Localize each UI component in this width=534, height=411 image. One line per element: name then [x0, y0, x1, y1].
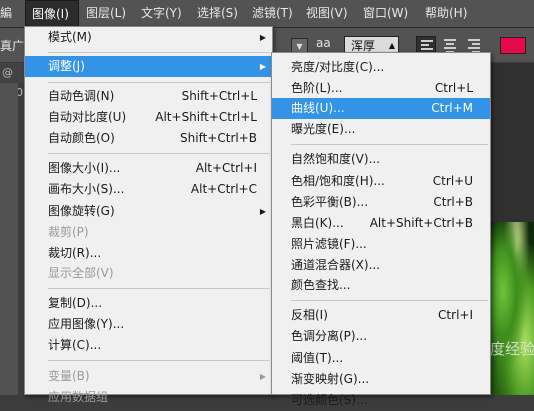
menu-type[interactable]: 文字(Y) — [135, 0, 188, 27]
menu-separator — [48, 288, 270, 289]
submenu-arrow-icon: ▶ — [259, 33, 266, 42]
menu-layer[interactable]: 图层(L) — [80, 0, 132, 27]
menu-bar: 編 图像(I) 图层(L) 文字(Y) 选择(S) 滤镜(T) 视图(V) 窗口… — [0, 0, 534, 28]
menu-separator — [48, 52, 270, 53]
menu-item-auto-color[interactable]: 自动颜色(O) Shift+Ctrl+B — [25, 128, 272, 149]
menu-item-black-white[interactable]: 黑白(K)... Alt+Shift+Ctrl+B — [272, 213, 490, 234]
text-color-swatch[interactable] — [500, 37, 526, 54]
menu-filter[interactable]: 滤镜(T) — [246, 0, 299, 27]
menu-item-levels[interactable]: 色阶(L)... Ctrl+L — [272, 78, 490, 99]
menu-item-curves[interactable]: 曲线(U)... Ctrl+M — [272, 98, 490, 119]
submenu-arrow-icon: ▶ — [259, 62, 266, 71]
submenu-arrow-icon: ▶ — [259, 372, 266, 381]
menu-item-channel-mixer[interactable]: 通道混合器(X)... — [272, 255, 490, 276]
menu-item-gradient-map[interactable]: 渐变映射(G)... — [272, 369, 490, 390]
menu-item-selective-color[interactable]: 可选颜色(S)... — [272, 390, 490, 411]
menu-image[interactable]: 图像(I) — [25, 0, 79, 27]
menu-window[interactable]: 窗口(W) — [357, 0, 414, 27]
document-tab[interactable]: @ 100 — [0, 63, 26, 99]
menu-item-brightness-contrast[interactable]: 亮度/对比度(C)... — [272, 57, 490, 78]
menu-select[interactable]: 选择(S) — [191, 0, 244, 27]
antialias-value: 浑厚 — [351, 39, 376, 53]
menu-view[interactable]: 视图(V) — [300, 0, 354, 27]
menu-item-photo-filter[interactable]: 照片滤镜(F)... — [272, 234, 490, 255]
menu-item-threshold[interactable]: 阈值(T)... — [272, 348, 490, 369]
image-menu: 模式(M) ▶ 调整(J) ▶ 自动色调(N) Shift+Ctrl+L 自动对比度(… — [24, 26, 273, 404]
menu-item-image-size[interactable]: 图像大小(I)... Alt+Ctrl+I — [25, 158, 272, 179]
menu-separator — [291, 144, 488, 145]
adjustments-submenu: 亮度/对比度(C)... 色阶(L)... Ctrl+L 曲线(U)... Ctrl… — [271, 52, 491, 407]
menu-item-color-lookup[interactable]: 颜色查找... — [272, 275, 490, 296]
menu-separator — [48, 82, 270, 83]
menu-item-invert[interactable]: 反相(I) Ctrl+I — [272, 305, 490, 326]
menu-item-duplicate[interactable]: 复制(D)... — [25, 293, 272, 314]
leaf-photo — [490, 222, 534, 395]
menu-item-trim[interactable]: 裁切(R)... — [25, 243, 272, 264]
tools-panel — [0, 83, 18, 395]
menu-item-canvas-size[interactable]: 画布大小(S)... Alt+Ctrl+C — [25, 179, 272, 200]
menu-separator — [48, 360, 270, 361]
menu-help[interactable]: 帮助(H) — [419, 0, 473, 27]
menu-item-apply-data-set: 应用数据组 — [48, 390, 109, 404]
menu-item-adjustments[interactable]: 调整(J) ▶ — [25, 56, 272, 77]
menu-item-image-rotation[interactable]: 图像旋转(G) ▶ — [25, 201, 272, 222]
menu-item-auto-contrast[interactable]: 自动对比度(U) Alt+Shift+Ctrl+L — [25, 107, 272, 128]
menu-item-exposure[interactable]: 曝光度(E)... — [272, 119, 490, 140]
menu-item-auto-tone[interactable]: 自动色调(N) Shift+Ctrl+L — [25, 86, 272, 107]
menu-item-apply-image[interactable]: 应用图像(Y)... — [25, 314, 272, 335]
menu-separator — [291, 300, 488, 301]
menu-item-vibrance[interactable]: 自然饱和度(V)... — [272, 149, 490, 170]
antialias-icon: aa — [316, 36, 331, 50]
menu-item-reveal-all: 显示全部(V) — [48, 266, 114, 280]
menu-item-mode[interactable]: 模式(M) ▶ — [25, 27, 272, 48]
menu-edit[interactable]: 編 — [0, 0, 18, 27]
menu-item-variables: 变量(B) ▶ — [25, 366, 272, 387]
submenu-arrow-icon: ▶ — [259, 207, 266, 216]
menu-item-crop: 裁剪(P) — [48, 225, 89, 239]
font-family-fragment[interactable]: 真广 — [0, 37, 24, 54]
menu-item-posterize[interactable]: 色调分离(P)... — [272, 326, 490, 347]
menu-item-calculations[interactable]: 计算(C)... — [25, 335, 272, 356]
menu-item-color-balance[interactable]: 色彩平衡(B)... Ctrl+B — [272, 192, 490, 213]
menu-item-hue-saturation[interactable]: 色相/饱和度(H)... Ctrl+U — [272, 171, 490, 192]
menu-separator — [48, 153, 270, 154]
